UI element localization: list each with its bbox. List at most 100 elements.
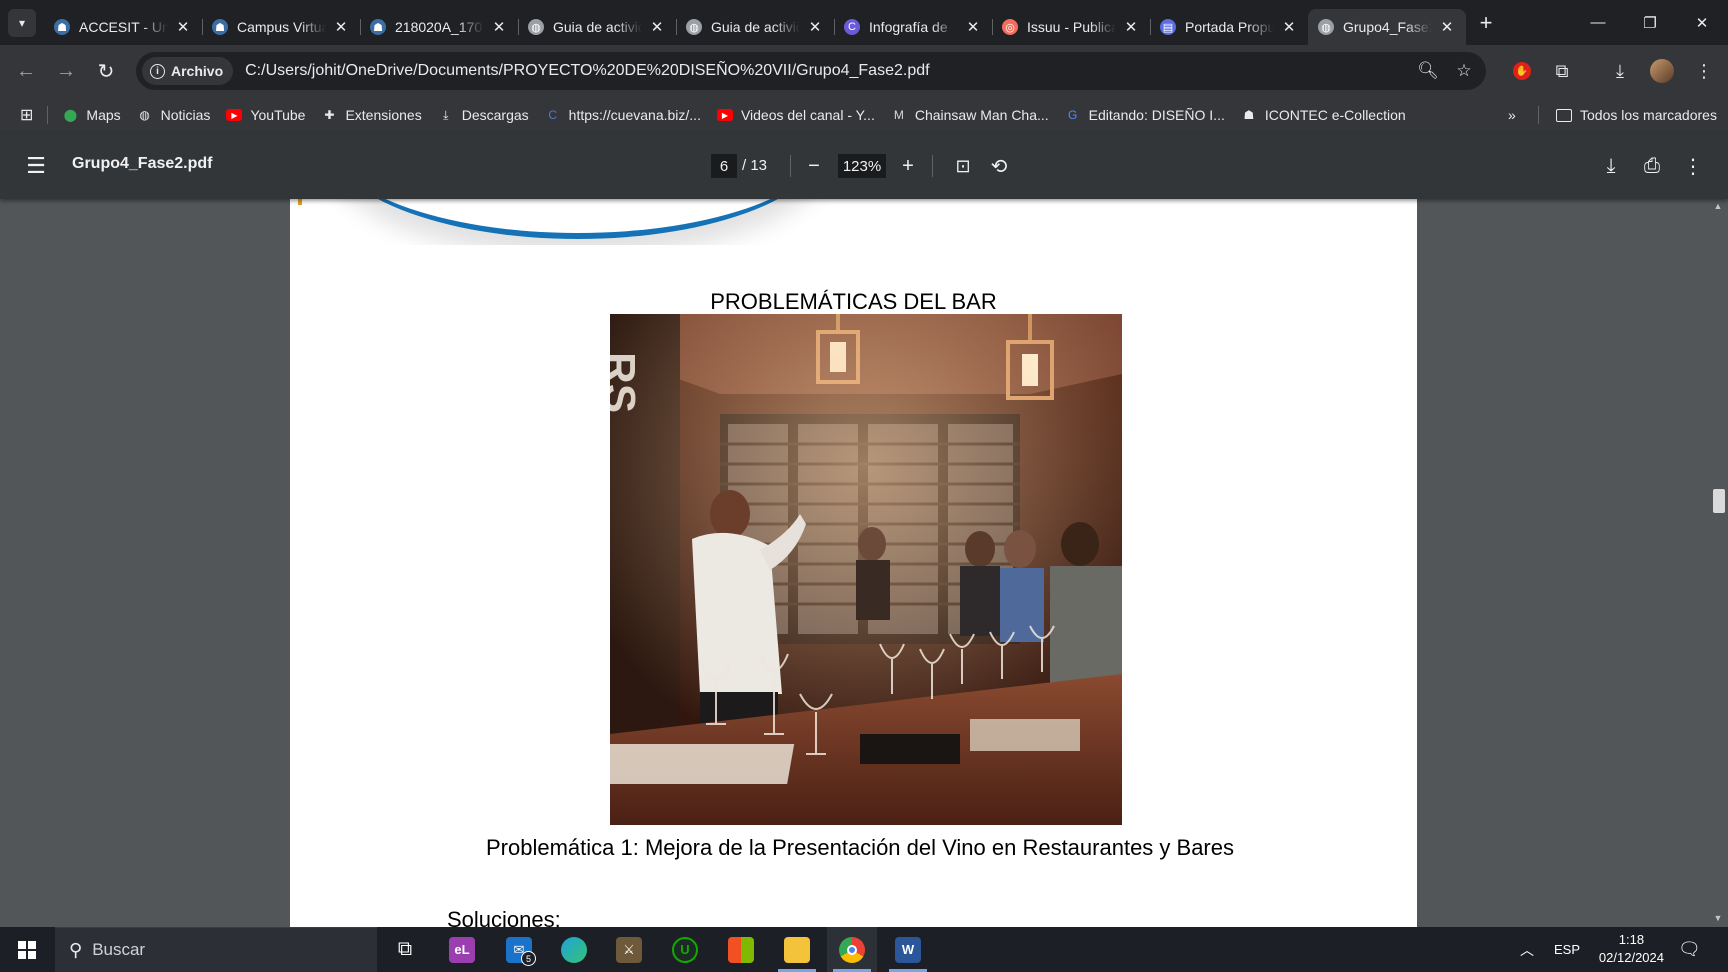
restore-button[interactable]: ❐ <box>1624 0 1676 45</box>
bookmark-item[interactable]: ◍ Noticias <box>129 101 219 129</box>
zoom-level-input[interactable]: 123% <box>838 154 886 178</box>
clock-time: 1:18 <box>1618 932 1645 947</box>
apps-grid-icon: ⊞ <box>20 107 34 124</box>
all-bookmarks-folder[interactable]: Todos los marcadores <box>1548 101 1725 129</box>
extension-button[interactable]: ✋ <box>1506 55 1538 87</box>
doc-icon: ▤ <box>1160 19 1176 35</box>
taskbar-app-elearning[interactable]: eL <box>437 927 487 972</box>
bookmark-item[interactable]: ▶ Videos del canal - Y... <box>709 101 883 129</box>
site-chip-label: Archivo <box>171 63 224 79</box>
url-text[interactable]: C:/Users/johit/OneDrive/Documents/PROYEC… <box>245 62 929 80</box>
taskbar-app-mail[interactable]: ✉ 5 <box>494 927 544 972</box>
download-icon: ⤓ <box>443 107 449 122</box>
scroll-down-arrow-icon[interactable]: ▼ <box>1713 913 1723 923</box>
tab-search-button[interactable]: ▾ <box>8 8 36 37</box>
page-number-input[interactable]: 6 <box>711 154 737 178</box>
apps-button[interactable]: ⊞ <box>12 101 41 129</box>
bar-photo: RS <box>610 314 1122 825</box>
input-language-indicator[interactable]: ESP <box>1554 927 1580 972</box>
taskbar-clock[interactable]: 1:18 02/12/2024 <box>1599 931 1664 967</box>
zoom-in-button[interactable]: + <box>894 152 922 180</box>
tab-1[interactable]: ☗ Campus Virtual ✕ <box>202 9 360 45</box>
bookmark-item[interactable]: ⬤ Maps <box>54 101 128 129</box>
bookmark-item[interactable]: ☗ ICONTEC e-Collection <box>1233 101 1414 129</box>
tab-7[interactable]: ▤ Portada Propuesta ✕ <box>1150 9 1308 45</box>
chevron-down-icon: ▾ <box>18 15 26 30</box>
close-tab-icon[interactable]: ✕ <box>806 18 824 36</box>
browser-menu-button[interactable]: ⋮ <box>1688 55 1720 87</box>
close-window-button[interactable]: ✕ <box>1676 0 1728 45</box>
bookmark-item[interactable]: M Chainsaw Man Cha... <box>883 101 1057 129</box>
close-tab-icon[interactable]: ✕ <box>1280 18 1298 36</box>
maps-pin-icon: ⬤ <box>63 108 78 122</box>
site-info-chip[interactable]: i Archivo <box>142 57 234 85</box>
downloads-button[interactable]: ⤓ <box>1604 55 1636 87</box>
fit-page-button[interactable]: ⊡ <box>949 152 977 180</box>
zoom-icon[interactable]: 🔍︎ <box>1416 59 1440 83</box>
close-tab-icon[interactable]: ✕ <box>1122 18 1140 36</box>
tab-2[interactable]: ☗ 218020A_1701 ✕ <box>360 9 518 45</box>
scrollbar-thumb[interactable] <box>1713 489 1725 513</box>
tray-overflow-button[interactable]: ︿ <box>1520 927 1534 972</box>
taskbar-app-chrome[interactable] <box>827 927 877 972</box>
scroll-up-arrow-icon[interactable]: ▲ <box>1713 201 1723 211</box>
tab-title: Issuu - Publicar <box>1027 19 1116 35</box>
notifications-button[interactable]: 🗨︎ <box>1678 927 1701 972</box>
wine-tasting-image: RS <box>610 314 1122 825</box>
rotate-button[interactable]: ⟲ <box>985 152 1013 180</box>
pdf-download-button[interactable]: ⤓ <box>1597 152 1625 180</box>
pdf-more-button[interactable]: ⋮ <box>1679 152 1707 180</box>
fit-to-page-icon: ⊡ <box>955 155 971 176</box>
tab-4[interactable]: ◍ Guia de actividades ✕ <box>676 9 834 45</box>
taskbar-app-word[interactable]: W <box>883 927 933 972</box>
tab-0[interactable]: ☗ ACCESIT - Universidad ✕ <box>44 9 202 45</box>
close-tab-icon[interactable]: ✕ <box>332 18 350 36</box>
close-tab-icon[interactable]: ✕ <box>1438 18 1456 36</box>
close-tab-icon[interactable]: ✕ <box>964 18 982 36</box>
bookmark-item[interactable]: ⤓ Descargas <box>430 101 537 129</box>
minimize-button[interactable]: — <box>1572 0 1624 45</box>
taskbar-app-game[interactable]: ⚔ <box>604 927 654 972</box>
extensions-button[interactable]: ⧉ <box>1546 55 1578 87</box>
tab-3[interactable]: ◍ Guia de actividades ✕ <box>518 9 676 45</box>
icontec-icon: ☗ <box>1243 108 1255 122</box>
mail-unread-badge: 5 <box>521 951 536 966</box>
taskbar-search[interactable]: ⚲ Buscar <box>55 927 377 972</box>
task-view-button[interactable]: ⧉ <box>380 927 430 972</box>
profile-button[interactable] <box>1646 55 1678 87</box>
globe-icon: ◍ <box>686 19 702 35</box>
star-icon[interactable]: ☆ <box>1452 59 1476 83</box>
editor-icon: G <box>1068 108 1078 122</box>
youtube-icon: ▶ <box>226 109 243 121</box>
notification-icon: 🗨︎ <box>1678 939 1701 959</box>
pdf-viewport[interactable]: PROBLEMÁTICAS DEL BAR Problemática 1: Me… <box>0 199 1728 927</box>
taskbar-app-upwork[interactable]: U <box>660 927 710 972</box>
tab-8[interactable]: ◍ Grupo4_Fase2.pdf ✕ <box>1308 9 1466 45</box>
start-button[interactable] <box>0 927 54 972</box>
pdf-sidebar-toggle[interactable]: ☰ <box>22 152 50 180</box>
taskbar-app-file-explorer[interactable] <box>772 927 822 972</box>
new-tab-button[interactable]: + <box>1472 9 1500 37</box>
address-bar[interactable]: i Archivo C:/Users/johit/OneDrive/Docume… <box>136 52 1486 90</box>
tab-6[interactable]: ◎ Issuu - Publicar ✕ <box>992 9 1150 45</box>
close-tab-icon[interactable]: ✕ <box>174 18 192 36</box>
close-tab-icon[interactable]: ✕ <box>648 18 666 36</box>
close-tab-icon[interactable]: ✕ <box>490 18 508 36</box>
taskbar-app-edge[interactable] <box>549 927 599 972</box>
reload-button[interactable]: ↻ <box>88 53 124 89</box>
bookmarks-overflow-button[interactable]: » <box>1500 101 1524 129</box>
taskbar-app-store[interactable] <box>716 927 766 972</box>
download-icon: ⤓ <box>1616 60 1624 81</box>
pdf-scrollbar[interactable]: ▲ ▼ <box>1708 199 1728 927</box>
tab-5[interactable]: C Infografía de ✕ <box>834 9 992 45</box>
bookmark-item[interactable]: ✚ Extensiones <box>313 101 429 129</box>
bookmark-item[interactable]: ▶ YouTube <box>218 101 313 129</box>
download-icon: ⤓ <box>1606 154 1616 177</box>
bookmark-item[interactable]: Chttps://cuevana.biz/... <box>537 101 709 129</box>
back-button[interactable]: ← <box>8 53 44 89</box>
zoom-out-button[interactable]: − <box>800 152 828 180</box>
plus-icon: + <box>1479 9 1493 35</box>
pdf-print-button[interactable]: ⎙ <box>1638 152 1666 180</box>
forward-button[interactable]: → <box>48 53 84 89</box>
bookmark-item[interactable]: G Editando: DISEÑO I... <box>1057 101 1233 129</box>
